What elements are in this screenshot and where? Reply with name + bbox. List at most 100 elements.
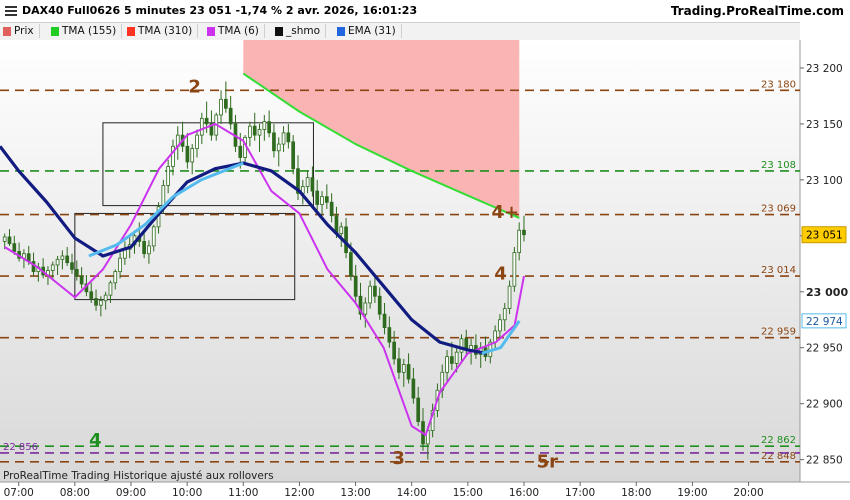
candle-body: [450, 356, 454, 364]
x-tick-label: 08:00: [60, 487, 90, 499]
candle-body: [55, 258, 60, 266]
candle-body: [368, 285, 372, 304]
candle-body: [103, 294, 108, 302]
y-tick-label: 23 000: [806, 286, 848, 299]
candle-body: [373, 285, 377, 297]
candle-body: [310, 177, 315, 192]
candle-body: [142, 241, 146, 255]
level-label: 23 180: [761, 79, 796, 90]
wave-label: 3: [392, 448, 405, 469]
wave-label: 4+: [491, 202, 519, 223]
candle-body: [185, 145, 190, 163]
x-tick-label: 19:00: [677, 487, 707, 499]
candle-body: [195, 134, 199, 149]
candle-body: [406, 364, 411, 380]
candle-body: [392, 341, 396, 360]
candle-body: [416, 397, 421, 422]
price-chart[interactable]: 23 20023 15023 10023 05023 00022 95022 9…: [0, 0, 850, 500]
x-tick-label: 14:00: [397, 487, 427, 499]
candle-body: [267, 121, 271, 134]
x-tick-label: 15:00: [453, 487, 483, 499]
candle-body: [276, 143, 281, 152]
candle-body: [344, 226, 348, 254]
candle-body: [281, 132, 286, 145]
candle-body: [517, 229, 522, 254]
axis-badge-label: 22 974: [806, 316, 843, 328]
x-tick-label: 10:00: [172, 487, 202, 499]
candle-body: [324, 196, 329, 203]
candle-body: [257, 129, 262, 136]
candle-body: [377, 295, 382, 315]
level-label: 22 862: [761, 435, 796, 446]
candle-body: [252, 125, 257, 136]
wave-label: 2: [188, 77, 201, 98]
candle-body: [329, 201, 334, 217]
level-label: 23 069: [761, 204, 796, 215]
candle-body: [199, 117, 204, 136]
candle-body: [315, 190, 320, 205]
candle-body: [272, 132, 276, 152]
candle-body: [498, 319, 502, 332]
candle-body: [7, 236, 12, 245]
x-tick-label: 09:00: [116, 487, 146, 499]
candle-body: [397, 358, 401, 373]
candle-body: [493, 330, 497, 343]
candle-body: [147, 245, 151, 255]
level-label: 23 108: [761, 160, 796, 171]
candle-body: [190, 148, 195, 163]
candle-body: [320, 196, 324, 205]
y-tick-label: 23 100: [806, 175, 843, 187]
wave-label: 5r: [537, 451, 559, 472]
y-tick-label: 22 850: [806, 455, 843, 467]
y-axis-area: [800, 40, 850, 482]
candle-body: [387, 327, 392, 343]
y-tick-label: 23 150: [806, 119, 843, 131]
candle-body: [219, 98, 223, 116]
candle-body: [60, 255, 65, 260]
candle-body: [74, 268, 79, 277]
candle-body: [502, 308, 507, 321]
candle-body: [286, 132, 291, 143]
candle-body: [118, 257, 122, 273]
x-tick-label: 18:00: [621, 487, 651, 499]
x-tick-label: 13:00: [340, 487, 370, 499]
y-tick-label: 22 900: [806, 399, 843, 411]
candle-body: [248, 125, 252, 138]
candle-body: [151, 226, 156, 247]
candle-body: [382, 313, 387, 328]
candle-body: [224, 98, 228, 109]
candle-body: [204, 117, 209, 125]
candle-body: [238, 145, 243, 158]
candle-body: [65, 255, 70, 264]
candle-body: [401, 364, 406, 373]
candle-body: [512, 252, 517, 287]
candle-body: [459, 338, 464, 353]
candle-body: [305, 177, 310, 187]
candle-body: [363, 302, 368, 315]
level-label: 22 856: [3, 442, 38, 453]
y-tick-label: 22 950: [806, 343, 843, 355]
candle-body: [12, 243, 17, 252]
candle-body: [79, 275, 84, 285]
candle-body: [108, 282, 113, 296]
candle-body: [262, 121, 267, 130]
candle-body: [99, 300, 103, 306]
candle-body: [291, 141, 296, 170]
candle-body: [94, 298, 98, 306]
x-tick-label: 16:00: [509, 487, 539, 499]
candle-body: [411, 378, 416, 399]
last-price-label: 23 051: [806, 230, 843, 242]
candle-body: [113, 271, 118, 284]
wave-label: 4: [494, 263, 507, 284]
candle-body: [339, 226, 344, 234]
candle-body: [522, 229, 526, 236]
candle-body: [349, 252, 353, 277]
x-tick-label: 07:00: [4, 487, 34, 499]
candle-body: [89, 291, 94, 299]
x-tick-label: 11:00: [228, 487, 258, 499]
candle-body: [50, 264, 55, 271]
candle-body: [454, 351, 459, 364]
y-tick-label: 23 200: [806, 63, 843, 75]
candle-body: [228, 107, 233, 125]
x-tick-label: 20:00: [733, 487, 763, 499]
